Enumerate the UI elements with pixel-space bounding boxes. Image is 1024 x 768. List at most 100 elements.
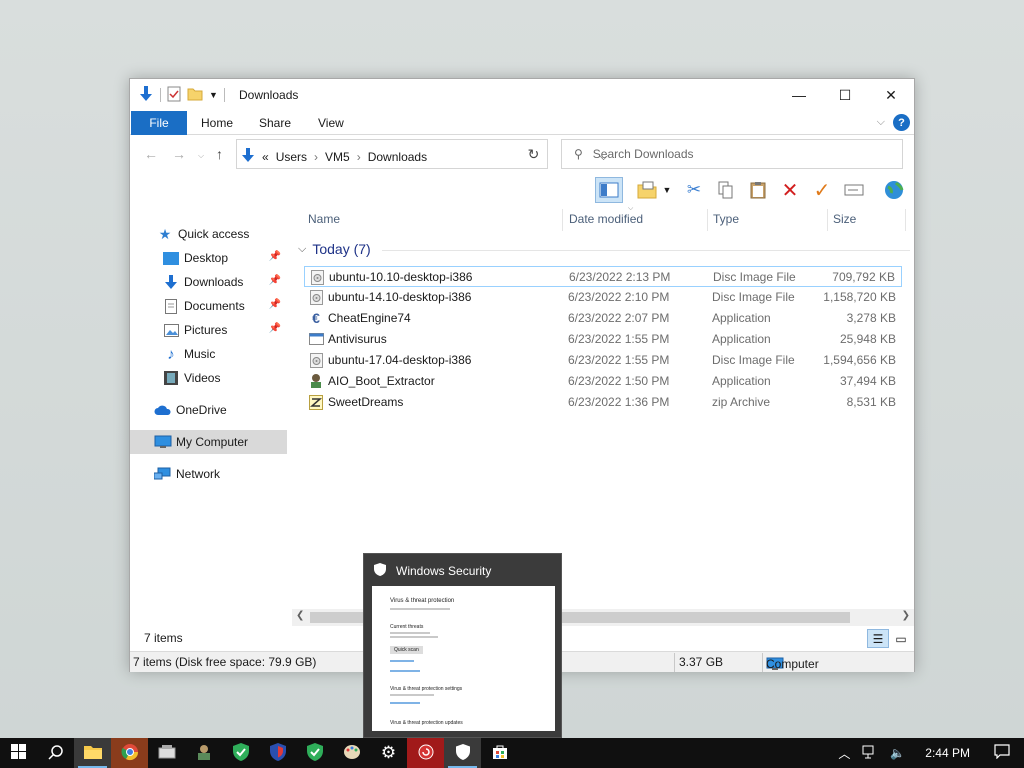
delete-icon[interactable]: ✕ <box>776 177 804 203</box>
status-divider <box>762 653 763 672</box>
breadcrumb-users[interactable]: Users <box>276 150 307 164</box>
column-name[interactable]: Name <box>308 205 340 233</box>
taskbar-thumbnail-preview[interactable]: Windows Security Virus & threat protecti… <box>363 553 562 738</box>
nav-pictures[interactable]: Pictures 📌 <box>130 318 287 342</box>
table-row[interactable]: ubuntu-14.10-desktop-i386 6/23/2022 2:10… <box>304 287 902 308</box>
forward-arrow-icon[interactable]: → <box>172 146 186 162</box>
refresh-button[interactable]: ↻ <box>520 139 548 169</box>
breadcrumb-vm5[interactable]: VM5 <box>325 150 350 164</box>
customize-qat-icon[interactable]: ▼ <box>209 90 218 100</box>
up-arrow-icon[interactable]: ↑ <box>216 146 223 162</box>
properties-icon[interactable] <box>167 86 181 105</box>
volume-button[interactable]: 🔈 <box>884 746 911 760</box>
preview-pane-button[interactable] <box>595 177 623 203</box>
scroll-left-icon[interactable]: ❮ <box>296 610 304 621</box>
column-divider[interactable] <box>707 209 708 231</box>
new-folder-icon[interactable] <box>187 86 203 105</box>
table-row[interactable]: AIO_Boot_Extractor 6/23/2022 1:50 PM App… <box>304 371 902 392</box>
taskbar-app-paint[interactable] <box>333 738 370 768</box>
download-arrow-icon[interactable] <box>138 85 154 106</box>
column-type[interactable]: Type <box>713 205 739 233</box>
column-divider[interactable] <box>905 209 906 231</box>
nav-label: Network <box>176 467 221 481</box>
nav-onedrive[interactable]: OneDrive <box>130 398 287 422</box>
folder-options-icon[interactable] <box>633 177 661 203</box>
search-button[interactable] <box>37 738 74 768</box>
search-input[interactable]: ⚲ Search Downloads <box>561 139 903 169</box>
taskbar-chrome[interactable] <box>111 738 148 768</box>
tab-view[interactable]: View <box>318 116 344 130</box>
nav-documents[interactable]: Documents 📌 <box>130 294 287 318</box>
chevron-right-icon: › <box>314 149 319 164</box>
network-status-button[interactable] <box>856 745 884 762</box>
scroll-right-icon[interactable]: ❯ <box>902 610 910 621</box>
details-view-button[interactable]: ☰ <box>867 629 889 648</box>
nav-videos[interactable]: Videos <box>130 366 287 390</box>
minimize-button[interactable]: — <box>776 79 822 111</box>
nav-desktop[interactable]: Desktop 📌 <box>130 246 287 270</box>
taskbar-app-drive[interactable] <box>148 738 185 768</box>
nav-downloads[interactable]: Downloads 📌 <box>130 270 287 294</box>
pin-icon[interactable]: 📌 <box>269 275 281 286</box>
large-icons-view-button[interactable]: ▭ <box>890 629 912 648</box>
rename-icon[interactable] <box>840 177 868 203</box>
paste-icon[interactable] <box>744 177 772 203</box>
taskbar-app-red[interactable] <box>407 738 444 768</box>
nav-network[interactable]: Network <box>130 462 287 486</box>
network-tray-icon <box>862 745 878 762</box>
table-row[interactable]: SweetDreams 6/23/2022 1:36 PM zip Archiv… <box>304 392 902 413</box>
table-row[interactable]: ubuntu-17.04-desktop-i386 6/23/2022 1:55… <box>304 350 902 371</box>
file-name: Antivisurus <box>328 332 387 346</box>
nav-my-computer[interactable]: My Computer <box>130 430 287 454</box>
taskbar-app-shield-2[interactable] <box>296 738 333 768</box>
action-center-button[interactable] <box>984 744 1024 762</box>
table-row[interactable]: Antivisurus 6/23/2022 1:55 PM Applicatio… <box>304 329 902 350</box>
system-tray: ︿ 🔈 2:44 PM <box>832 738 1024 768</box>
expand-ribbon-icon[interactable]: ⌵ <box>877 116 885 129</box>
tab-share[interactable]: Share <box>259 116 291 130</box>
pin-icon[interactable]: 📌 <box>269 299 281 310</box>
taskbar-app-shield[interactable] <box>222 738 259 768</box>
back-arrow-icon[interactable]: ← <box>144 146 158 162</box>
taskbar-windows-security[interactable] <box>444 738 481 768</box>
maximize-button[interactable]: ☐ <box>822 79 868 111</box>
start-button[interactable] <box>0 738 37 768</box>
group-header-today[interactable]: ⌵ Today (7) <box>298 241 371 257</box>
address-bar[interactable]: « Users › VM5 › Downloads ⌵ <box>236 139 608 169</box>
table-row[interactable]: ubuntu-10.10-desktop-i386 6/23/2022 2:13… <box>304 266 902 287</box>
show-hidden-icons-button[interactable]: ︿ <box>832 745 856 762</box>
breadcrumb-downloads[interactable]: Downloads <box>368 150 427 164</box>
tab-file[interactable]: File <box>131 111 187 135</box>
taskbar-settings[interactable]: ⚙ <box>370 738 407 768</box>
file-name: ubuntu-17.04-desktop-i386 <box>328 353 472 367</box>
table-row[interactable]: € CheatEngine74 6/23/2022 2:07 PM Applic… <box>304 308 902 329</box>
taskbar-store[interactable] <box>481 738 518 768</box>
column-divider[interactable] <box>827 209 828 231</box>
globe-icon[interactable] <box>880 177 908 203</box>
taskbar-app-aio[interactable] <box>185 738 222 768</box>
cut-icon[interactable]: ✂ <box>680 177 708 203</box>
column-divider[interactable] <box>562 209 563 231</box>
pin-icon[interactable]: 📌 <box>269 251 281 262</box>
nav-music[interactable]: ♪ Music <box>130 342 287 366</box>
file-date: 6/23/2022 1:36 PM <box>568 395 670 409</box>
copy-icon[interactable] <box>712 177 740 203</box>
breadcrumb-overflow[interactable]: « <box>262 150 269 164</box>
file-size: 37,494 KB <box>839 374 896 388</box>
recent-locations-icon[interactable]: ⌵ <box>198 151 204 161</box>
pin-icon[interactable]: 📌 <box>269 323 281 334</box>
check-icon[interactable]: ✓ <box>808 177 836 203</box>
drive-tool-icon <box>158 744 176 763</box>
help-button[interactable]: ? <box>893 114 910 131</box>
column-size[interactable]: Size <box>833 205 856 233</box>
taskbar-app-security[interactable] <box>259 738 296 768</box>
close-button[interactable]: ✕ <box>868 79 914 111</box>
nav-quick-access[interactable]: ★ Quick access <box>130 222 287 246</box>
file-size: 3,278 KB <box>846 311 896 325</box>
file-type: Application <box>712 332 771 346</box>
tab-home[interactable]: Home <box>201 116 233 130</box>
folder-options-dropdown-icon[interactable]: ▼ <box>661 177 673 203</box>
status-size: 3.37 GB <box>679 655 724 669</box>
clock[interactable]: 2:44 PM <box>911 746 984 760</box>
taskbar-file-explorer[interactable] <box>74 738 111 768</box>
